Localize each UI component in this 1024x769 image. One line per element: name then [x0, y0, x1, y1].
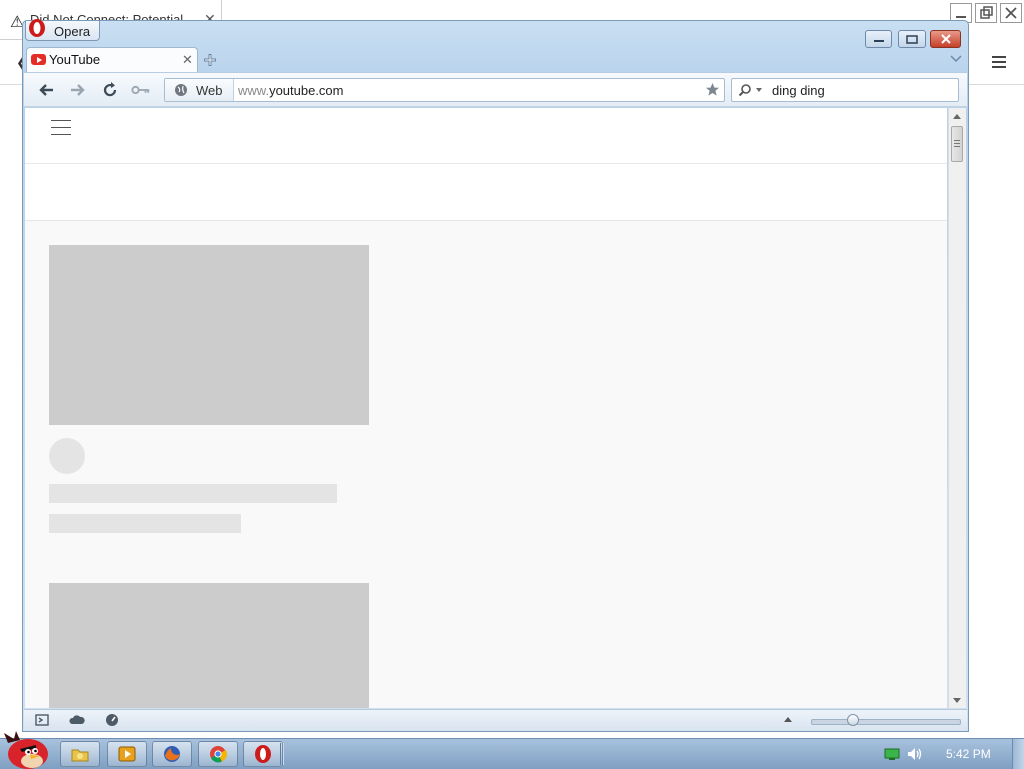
taskbar-opera-button[interactable] — [243, 741, 283, 767]
address-url-domain: youtube.com — [269, 83, 344, 98]
chrome-icon — [210, 746, 227, 763]
address-bar[interactable]: Web www.youtube.com — [164, 78, 725, 102]
globe-icon — [175, 84, 187, 96]
new-tab-icon[interactable] — [203, 53, 217, 67]
background-restore-button[interactable] — [975, 3, 997, 23]
background-close-button[interactable] — [1000, 3, 1022, 23]
opera-menu-button[interactable]: Opera — [25, 19, 100, 41]
restore-button[interactable] — [898, 30, 926, 48]
page-viewport — [25, 108, 947, 708]
volume-icon[interactable] — [906, 746, 924, 762]
youtube-icon — [31, 54, 46, 65]
taskbar-divider — [280, 743, 284, 765]
search-input[interactable] — [772, 81, 952, 99]
firefox-icon — [164, 746, 180, 762]
address-badge-label: Web — [196, 83, 223, 98]
turbo-speedometer-icon[interactable] — [104, 713, 120, 727]
navigation-toolbar: Web www.youtube.com — [24, 72, 967, 107]
video-thumbnail-placeholder[interactable] — [49, 583, 369, 708]
search-field[interactable] — [731, 78, 959, 102]
taskbar-folder-button[interactable] — [60, 741, 100, 767]
reload-icon[interactable] — [100, 81, 120, 99]
channel-avatar-placeholder — [49, 438, 85, 474]
key-icon[interactable] — [131, 81, 151, 99]
start-button-angry-bird-icon[interactable] — [2, 729, 50, 769]
opera-icon — [255, 745, 271, 763]
zoom-slider-handle[interactable] — [847, 714, 859, 726]
opera-menu-label: Opera — [54, 24, 91, 39]
bookmark-star-icon[interactable] — [705, 82, 720, 97]
search-icon[interactable] — [738, 83, 752, 97]
zoom-menu-arrow-icon[interactable] — [784, 717, 792, 722]
scroll-down-arrow-icon[interactable] — [953, 698, 961, 703]
network-icon[interactable] — [884, 747, 900, 761]
show-desktop-button[interactable] — [1012, 739, 1024, 769]
hamburger-menu-icon[interactable] — [51, 120, 71, 136]
tab-title: YouTube — [49, 52, 101, 67]
opera-window: Opera YouTube ✕ Web www.youtube.com ding… — [22, 19, 969, 732]
youtube-subheader — [25, 164, 947, 221]
tab-youtube[interactable]: YouTube ✕ — [26, 47, 198, 72]
close-button[interactable] — [930, 30, 961, 48]
zoom-slider[interactable] — [811, 719, 961, 725]
vertical-scrollbar[interactable] — [948, 108, 966, 708]
opera-logo-icon — [29, 19, 45, 37]
search-engine-dropdown-icon[interactable] — [756, 88, 762, 92]
minimize-button[interactable] — [865, 30, 892, 48]
status-bar — [24, 709, 967, 731]
video-title-placeholder — [49, 484, 337, 503]
menu-icon[interactable] — [992, 56, 1006, 68]
taskbar-clock[interactable]: 5:42 PM — [946, 747, 991, 761]
forward-icon[interactable] — [67, 81, 87, 99]
taskbar-firefox-button[interactable] — [152, 741, 192, 767]
taskbar-media-player-button[interactable] — [107, 741, 147, 767]
tab-close-button[interactable]: ✕ — [182, 52, 193, 68]
scrollbar-thumb[interactable] — [951, 126, 963, 162]
youtube-header — [25, 108, 947, 164]
scroll-up-arrow-icon[interactable] — [953, 114, 961, 119]
address-web-badge[interactable]: Web — [165, 79, 234, 101]
taskbar-chrome-button[interactable] — [198, 741, 238, 767]
panel-toggle-icon[interactable] — [35, 713, 49, 727]
folder-icon — [71, 749, 89, 762]
address-url-prefix: www. — [238, 83, 270, 98]
address-url[interactable]: www.youtube.com — [238, 83, 344, 98]
taskbar: 5:42 PM — [0, 731, 1024, 769]
video-thumbnail-placeholder[interactable] — [49, 245, 369, 425]
video-meta-placeholder — [49, 514, 241, 533]
tab-menu-chevron-icon[interactable] — [950, 55, 962, 63]
back-icon[interactable] — [37, 81, 57, 99]
opera-unite-cloud-icon[interactable] — [69, 713, 85, 727]
media-player-icon — [118, 746, 136, 762]
